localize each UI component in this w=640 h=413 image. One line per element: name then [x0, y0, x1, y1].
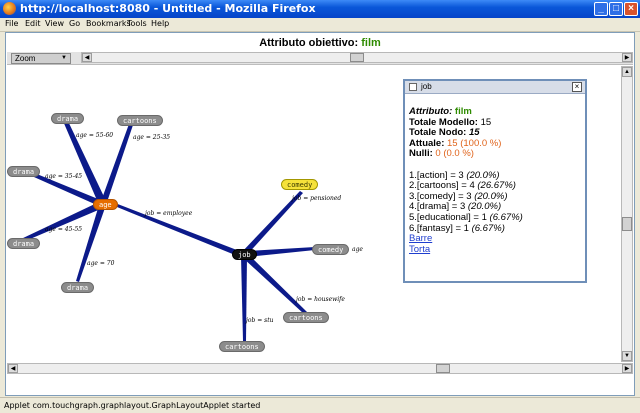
edge-label-job-pensioned: job = pensioned: [292, 195, 342, 202]
node-drama-left2[interactable]: drama: [7, 238, 41, 249]
menu-view[interactable]: View: [45, 19, 64, 28]
bottom-scroll-thumb[interactable]: [436, 364, 450, 373]
menu-bar: File Edit View Go Bookmarks Tools Help: [0, 18, 640, 32]
scroll-right-icon[interactable]: ▶: [622, 53, 632, 62]
totale-modello-value: 15: [480, 116, 492, 128]
graph-toolbar: Zoom ▼ ◀ ▶: [7, 52, 633, 65]
window-icon: [409, 83, 417, 91]
page-title: Attributo obiettivo: film: [6, 37, 634, 49]
detail-title: job: [421, 82, 432, 91]
edge-label-age-70: age = 70: [87, 260, 115, 267]
node-drama-left[interactable]: drama: [7, 166, 41, 177]
scroll-left-icon[interactable]: ◀: [82, 53, 92, 62]
node-age[interactable]: age: [93, 199, 118, 210]
menu-edit[interactable]: Edit: [25, 19, 41, 28]
edge-job-cartoons-mid: [242, 253, 307, 314]
attributo-value: film: [454, 106, 472, 117]
menu-file[interactable]: File: [5, 19, 18, 28]
detail-title-bar[interactable]: job ×: [405, 81, 585, 94]
target-attribute-value: film: [361, 37, 381, 49]
close-button[interactable]: ×: [624, 2, 638, 16]
edge-label-age-35-45: age = 35-45: [45, 173, 83, 180]
nulli-label: Nulli:: [409, 148, 433, 160]
node-detail-window: job × Attributo: film Totale Modello: 15…: [403, 79, 587, 283]
vertical-scroll-thumb[interactable]: [622, 217, 632, 231]
attuale-label: Attuale:: [409, 137, 445, 149]
edge-label-job-housewife: job = housewife: [296, 296, 345, 303]
edge-label-age-45-55: age = 45-55: [45, 226, 83, 233]
scroll-left-bottom-icon[interactable]: ◀: [8, 364, 18, 373]
window-title: http://localhost:8080 - Untitled - Mozil…: [20, 2, 316, 15]
menu-help[interactable]: Help: [151, 19, 169, 28]
totale-nodo-value: 15: [468, 127, 480, 139]
pie-chart-link[interactable]: Torta: [409, 244, 430, 255]
node-drama-bottom[interactable]: drama: [61, 282, 95, 293]
node-job[interactable]: job: [232, 249, 257, 260]
edge-job-comedy-right: [247, 247, 315, 257]
scroll-right-bottom-icon[interactable]: ▶: [622, 364, 632, 373]
scroll-up-icon[interactable]: ▲: [622, 67, 632, 77]
chevron-down-icon: ▼: [61, 55, 67, 61]
node-comedy-yellow[interactable]: comedy: [281, 179, 319, 190]
status-bar: Applet com.touchgraph.graphlayout.GraphL…: [0, 397, 640, 413]
detail-close-icon[interactable]: ×: [572, 82, 582, 92]
node-cartoons-top[interactable]: cartoons: [117, 115, 163, 126]
attributo-label: Attributo:: [409, 106, 453, 117]
edge-label-job-employee: job = employee: [145, 210, 193, 217]
scroll-down-icon[interactable]: ▼: [622, 351, 632, 361]
detail-body: Attributo: film Totale Modello: 15 Total…: [409, 106, 583, 255]
top-horizontal-scrollbar[interactable]: ◀ ▶: [81, 52, 633, 63]
totale-modello-label: Totale Modello:: [409, 116, 478, 128]
nulli-value: 0 (0.0 %): [435, 148, 474, 160]
menu-bookmarks[interactable]: Bookmarks: [86, 19, 131, 28]
bottom-horizontal-scrollbar[interactable]: ◀ ▶: [7, 363, 633, 374]
attuale-value: 15 (100.0 %): [447, 137, 502, 149]
edge-label-age-55-60: age = 55-60: [76, 132, 114, 139]
zoom-select[interactable]: Zoom ▼: [11, 53, 71, 64]
edge-label-age-25-35: age = 25-35: [133, 134, 171, 141]
scroll-thumb[interactable]: [350, 53, 364, 62]
maximize-button[interactable]: □: [609, 2, 623, 16]
minimize-button[interactable]: _: [594, 2, 608, 16]
totale-nodo-label: Totale Nodo:: [409, 127, 467, 139]
list-item: 6.[fantasy] = 1 (6.67%): [409, 222, 505, 234]
target-attribute-label: Attributo obiettivo:: [259, 37, 359, 49]
menu-tools[interactable]: Tools: [127, 19, 147, 28]
node-cartoons-bottom[interactable]: cartoons: [219, 341, 265, 352]
edge-label-job-student: job = stu: [246, 317, 274, 324]
menu-go[interactable]: Go: [69, 19, 80, 28]
title-bar: http://localhost:8080 - Untitled - Mozil…: [0, 0, 640, 18]
vertical-scrollbar[interactable]: ▲ ▼: [621, 66, 633, 362]
node-drama-top[interactable]: drama: [51, 113, 85, 124]
node-cartoons-mid[interactable]: cartoons: [283, 312, 329, 323]
status-text: Applet com.touchgraph.graphlayout.GraphL…: [4, 401, 261, 410]
edge-label-job-age: age: [352, 246, 363, 253]
bar-chart-link[interactable]: Barre: [409, 233, 432, 244]
zoom-label: Zoom: [15, 54, 36, 63]
firefox-icon: [3, 2, 16, 15]
edge-job-cartoons-bottom: [241, 256, 247, 341]
node-comedy-right[interactable]: comedy: [312, 244, 350, 255]
